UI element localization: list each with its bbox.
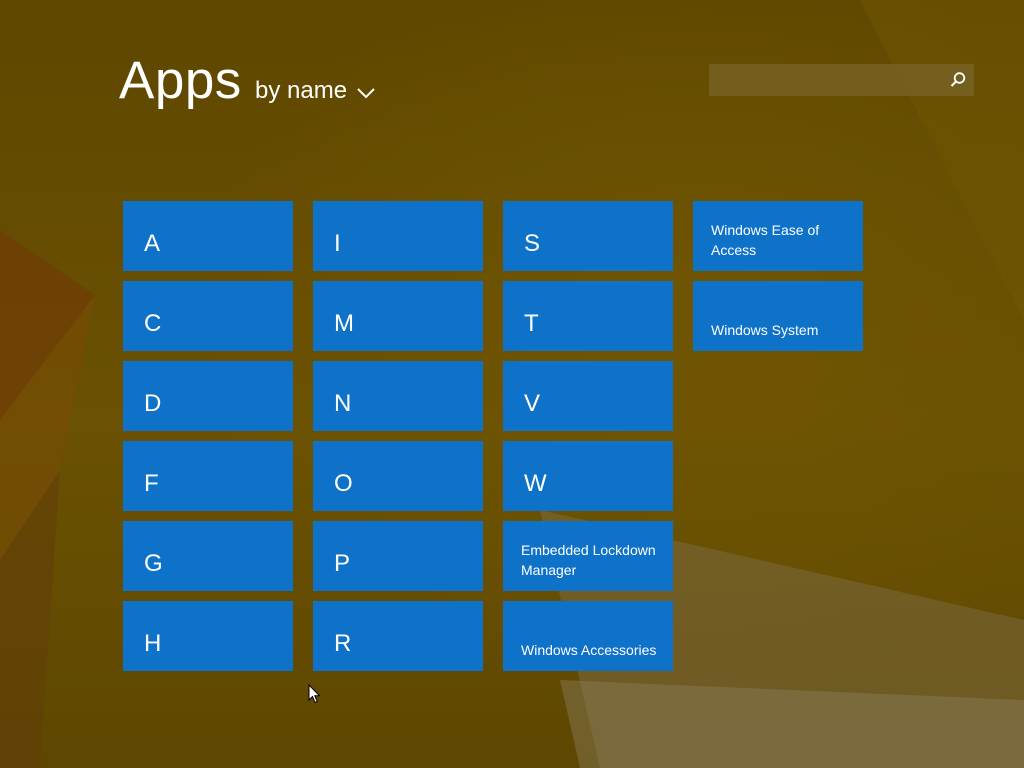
letter-tile-f[interactable]: F <box>123 441 293 511</box>
sort-label: by name <box>255 77 348 104</box>
tile-group-label: Windows Accessories <box>521 642 657 658</box>
letter-tile-g[interactable]: G <box>123 521 293 591</box>
group-tile-windows-ease-of-access[interactable]: Windows Ease of Access <box>693 201 863 271</box>
tile-letter-label: T <box>524 310 539 337</box>
tile-letter-label: F <box>144 470 159 497</box>
letter-tile-h[interactable]: H <box>123 601 293 671</box>
tile-letter-label: D <box>144 390 162 417</box>
letter-tile-m[interactable]: M <box>313 281 483 351</box>
letter-tile-o[interactable]: O <box>313 441 483 511</box>
group-tile-embedded-lockdown-manager[interactable]: Embedded Lockdown Manager <box>503 521 673 591</box>
letter-tile-c[interactable]: C <box>123 281 293 351</box>
letter-tile-n[interactable]: N <box>313 361 483 431</box>
tile-letter-label: H <box>144 630 162 657</box>
tile-letter-label: V <box>524 390 541 417</box>
mouse-pointer-icon <box>308 684 321 704</box>
tile-letter-label: M <box>334 310 354 337</box>
letter-tile-s[interactable]: S <box>503 201 673 271</box>
sort-dropdown[interactable]: by name <box>255 74 376 108</box>
apps-group-grid: A C D F G H I M N O P R S T V W Embedded Lockdown Manage… <box>123 201 864 671</box>
search-box[interactable] <box>709 64 974 96</box>
chevron-down-icon <box>357 88 375 99</box>
tile-letter-label: A <box>144 230 161 257</box>
tile-letter-label: S <box>524 230 541 257</box>
tile-letter-label: P <box>334 550 351 577</box>
letter-tile-r[interactable]: R <box>313 601 483 671</box>
tile-letter-label: W <box>524 470 547 497</box>
group-tile-windows-system[interactable]: Windows System <box>693 281 863 351</box>
letter-tile-p[interactable]: P <box>313 521 483 591</box>
search-input[interactable] <box>709 64 941 96</box>
tile-group-label: Windows Ease of Access <box>711 222 820 258</box>
tile-letter-label: R <box>334 630 352 657</box>
letter-tile-t[interactable]: T <box>503 281 673 351</box>
search-icon[interactable] <box>948 70 968 90</box>
letter-tile-a[interactable]: A <box>123 201 293 271</box>
letter-tile-v[interactable]: V <box>503 361 673 431</box>
tile-group-label: Embedded Lockdown Manager <box>521 542 656 578</box>
group-tile-windows-accessories[interactable]: Windows Accessories <box>503 601 673 671</box>
page-title: Apps <box>119 51 242 110</box>
tile-letter-label: N <box>334 390 352 417</box>
tile-letter-label: C <box>144 310 162 337</box>
tile-letter-label: G <box>144 550 163 577</box>
tile-group-label: Windows System <box>711 322 819 338</box>
letter-tile-i[interactable]: I <box>313 201 483 271</box>
tile-letter-label: I <box>334 230 341 257</box>
letter-tile-d[interactable]: D <box>123 361 293 431</box>
tile-letter-label: O <box>334 470 353 497</box>
letter-tile-w[interactable]: W <box>503 441 673 511</box>
